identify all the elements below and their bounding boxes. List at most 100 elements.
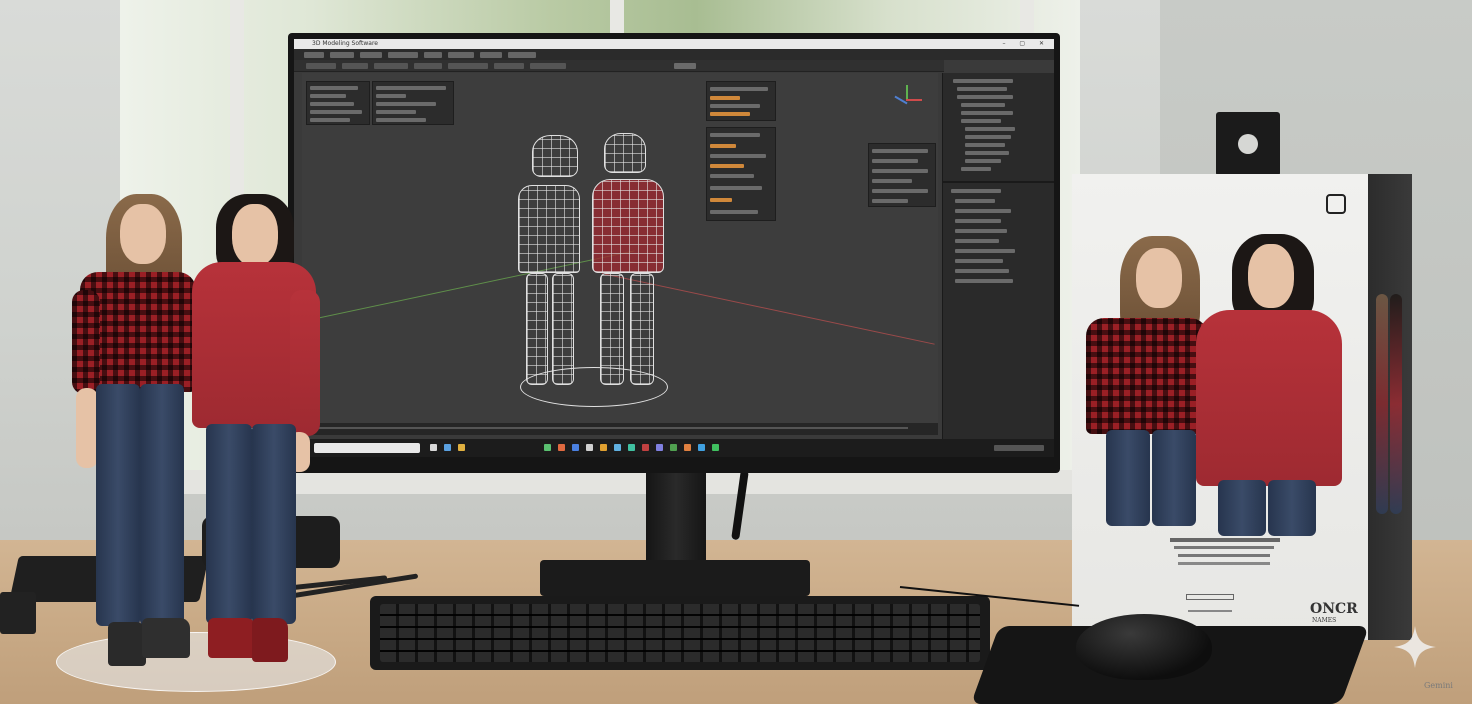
taskbar-app-icon[interactable] — [614, 444, 621, 451]
properties-row[interactable] — [955, 199, 995, 203]
menu-item[interactable] — [304, 52, 324, 58]
transform-panel — [868, 143, 936, 207]
wireframe-torso[interactable] — [518, 185, 580, 273]
outliner-row[interactable] — [965, 151, 1009, 155]
panel-row[interactable] — [710, 87, 768, 91]
taskbar-app-icon[interactable] — [586, 444, 593, 451]
tool-button[interactable] — [414, 63, 442, 69]
menu-item[interactable] — [330, 52, 354, 58]
panel-row[interactable] — [872, 169, 928, 173]
panel-row[interactable] — [710, 154, 766, 158]
menu-item[interactable] — [360, 52, 382, 58]
taskbar-app-icon[interactable] — [444, 444, 451, 451]
tool-button[interactable] — [448, 63, 488, 69]
outliner-row[interactable] — [965, 135, 1011, 139]
tool-button[interactable] — [306, 63, 336, 69]
taskbar-app-icon[interactable] — [628, 444, 635, 451]
panel-slider[interactable] — [710, 144, 736, 148]
properties-row[interactable] — [955, 259, 1003, 263]
panel-row[interactable] — [310, 118, 350, 122]
taskbar-app-icon[interactable] — [458, 444, 465, 451]
panel-row[interactable] — [310, 102, 354, 106]
material-panel — [706, 127, 776, 221]
panel-row[interactable] — [310, 94, 346, 98]
tool-button[interactable] — [342, 63, 368, 69]
properties-row[interactable] — [955, 229, 1007, 233]
properties-row[interactable] — [951, 189, 1001, 193]
outliner-row[interactable] — [961, 119, 1001, 123]
panel-row[interactable] — [872, 179, 912, 183]
outliner-row[interactable] — [953, 79, 1013, 83]
panel-row[interactable] — [710, 174, 754, 178]
outliner-row[interactable] — [965, 143, 1005, 147]
panel-row[interactable] — [872, 149, 928, 153]
navigation-gizmo-icon[interactable] — [892, 85, 922, 115]
properties-row[interactable] — [955, 219, 1001, 223]
tool-button[interactable] — [530, 63, 566, 69]
panel-slider[interactable] — [710, 112, 750, 116]
panel-row[interactable] — [872, 189, 928, 193]
panel-row[interactable] — [376, 118, 426, 122]
wireframe-leg[interactable] — [630, 273, 654, 385]
wireframe-leg[interactable] — [526, 273, 548, 385]
panel-slider[interactable] — [710, 96, 740, 100]
window-controls-icon[interactable]: – ▢ ✕ — [1002, 40, 1050, 47]
taskbar-app-icon[interactable] — [430, 444, 437, 451]
wireframe-leg[interactable] — [552, 273, 574, 385]
tool-button[interactable] — [494, 63, 524, 69]
properties-row[interactable] — [955, 269, 1009, 273]
taskbar-app-icon[interactable] — [600, 444, 607, 451]
taskbar-app-icon[interactable] — [670, 444, 677, 451]
outliner-row[interactable] — [957, 87, 1007, 91]
panel-row[interactable] — [310, 86, 358, 90]
outliner-row[interactable] — [961, 111, 1013, 115]
wireframe-head[interactable] — [604, 133, 646, 173]
taskbar-search-input[interactable] — [314, 443, 420, 453]
system-tray[interactable] — [994, 445, 1044, 451]
taskbar-app-icon[interactable] — [684, 444, 691, 451]
panel-row[interactable] — [710, 210, 758, 214]
taskbar-app-icon[interactable] — [712, 444, 719, 451]
properties-row[interactable] — [955, 279, 1013, 283]
panel-row[interactable] — [710, 133, 760, 137]
panel-row[interactable] — [310, 110, 362, 114]
panel-row[interactable] — [872, 159, 918, 163]
panel-row[interactable] — [710, 186, 762, 190]
outliner-row[interactable] — [965, 127, 1015, 131]
properties-row[interactable] — [955, 209, 1011, 213]
panel-row[interactable] — [376, 110, 416, 114]
taskbar-app-icon[interactable] — [558, 444, 565, 451]
wireframe-leg[interactable] — [600, 273, 624, 385]
outliner-row[interactable] — [961, 103, 1005, 107]
taskbar-app-icon[interactable] — [698, 444, 705, 451]
panel-row[interactable] — [872, 199, 908, 203]
menu-item[interactable] — [508, 52, 536, 58]
wireframe-head[interactable] — [532, 135, 578, 177]
editor-menubar — [294, 49, 1054, 60]
tool-button[interactable] — [374, 63, 408, 69]
taskbar-app-icon[interactable] — [642, 444, 649, 451]
properties-row[interactable] — [955, 249, 1015, 253]
tool-button[interactable] — [674, 63, 696, 69]
panel-row[interactable] — [376, 102, 436, 106]
menu-item[interactable] — [424, 52, 442, 58]
panel-row[interactable] — [710, 104, 760, 108]
outliner-row[interactable] — [961, 167, 991, 171]
menu-item[interactable] — [480, 52, 502, 58]
menu-item[interactable] — [388, 52, 418, 58]
taskbar-app-icon[interactable] — [572, 444, 579, 451]
3d-viewport[interactable] — [301, 73, 938, 423]
panel-slider[interactable] — [710, 198, 732, 202]
taskbar-app-icon[interactable] — [656, 444, 663, 451]
panel-row[interactable] — [376, 86, 446, 90]
outliner-row[interactable] — [965, 159, 1001, 163]
wireframe-torso-hoodie[interactable] — [592, 179, 664, 273]
outliner-row[interactable] — [957, 95, 1013, 99]
panel-row[interactable] — [376, 94, 406, 98]
panel-slider[interactable] — [710, 164, 744, 168]
timeline[interactable] — [302, 423, 938, 435]
monitor: 3D Modeling Software – ▢ ✕ — [288, 33, 1060, 473]
taskbar-app-icon[interactable] — [544, 444, 551, 451]
menu-item[interactable] — [448, 52, 474, 58]
properties-row[interactable] — [955, 239, 999, 243]
